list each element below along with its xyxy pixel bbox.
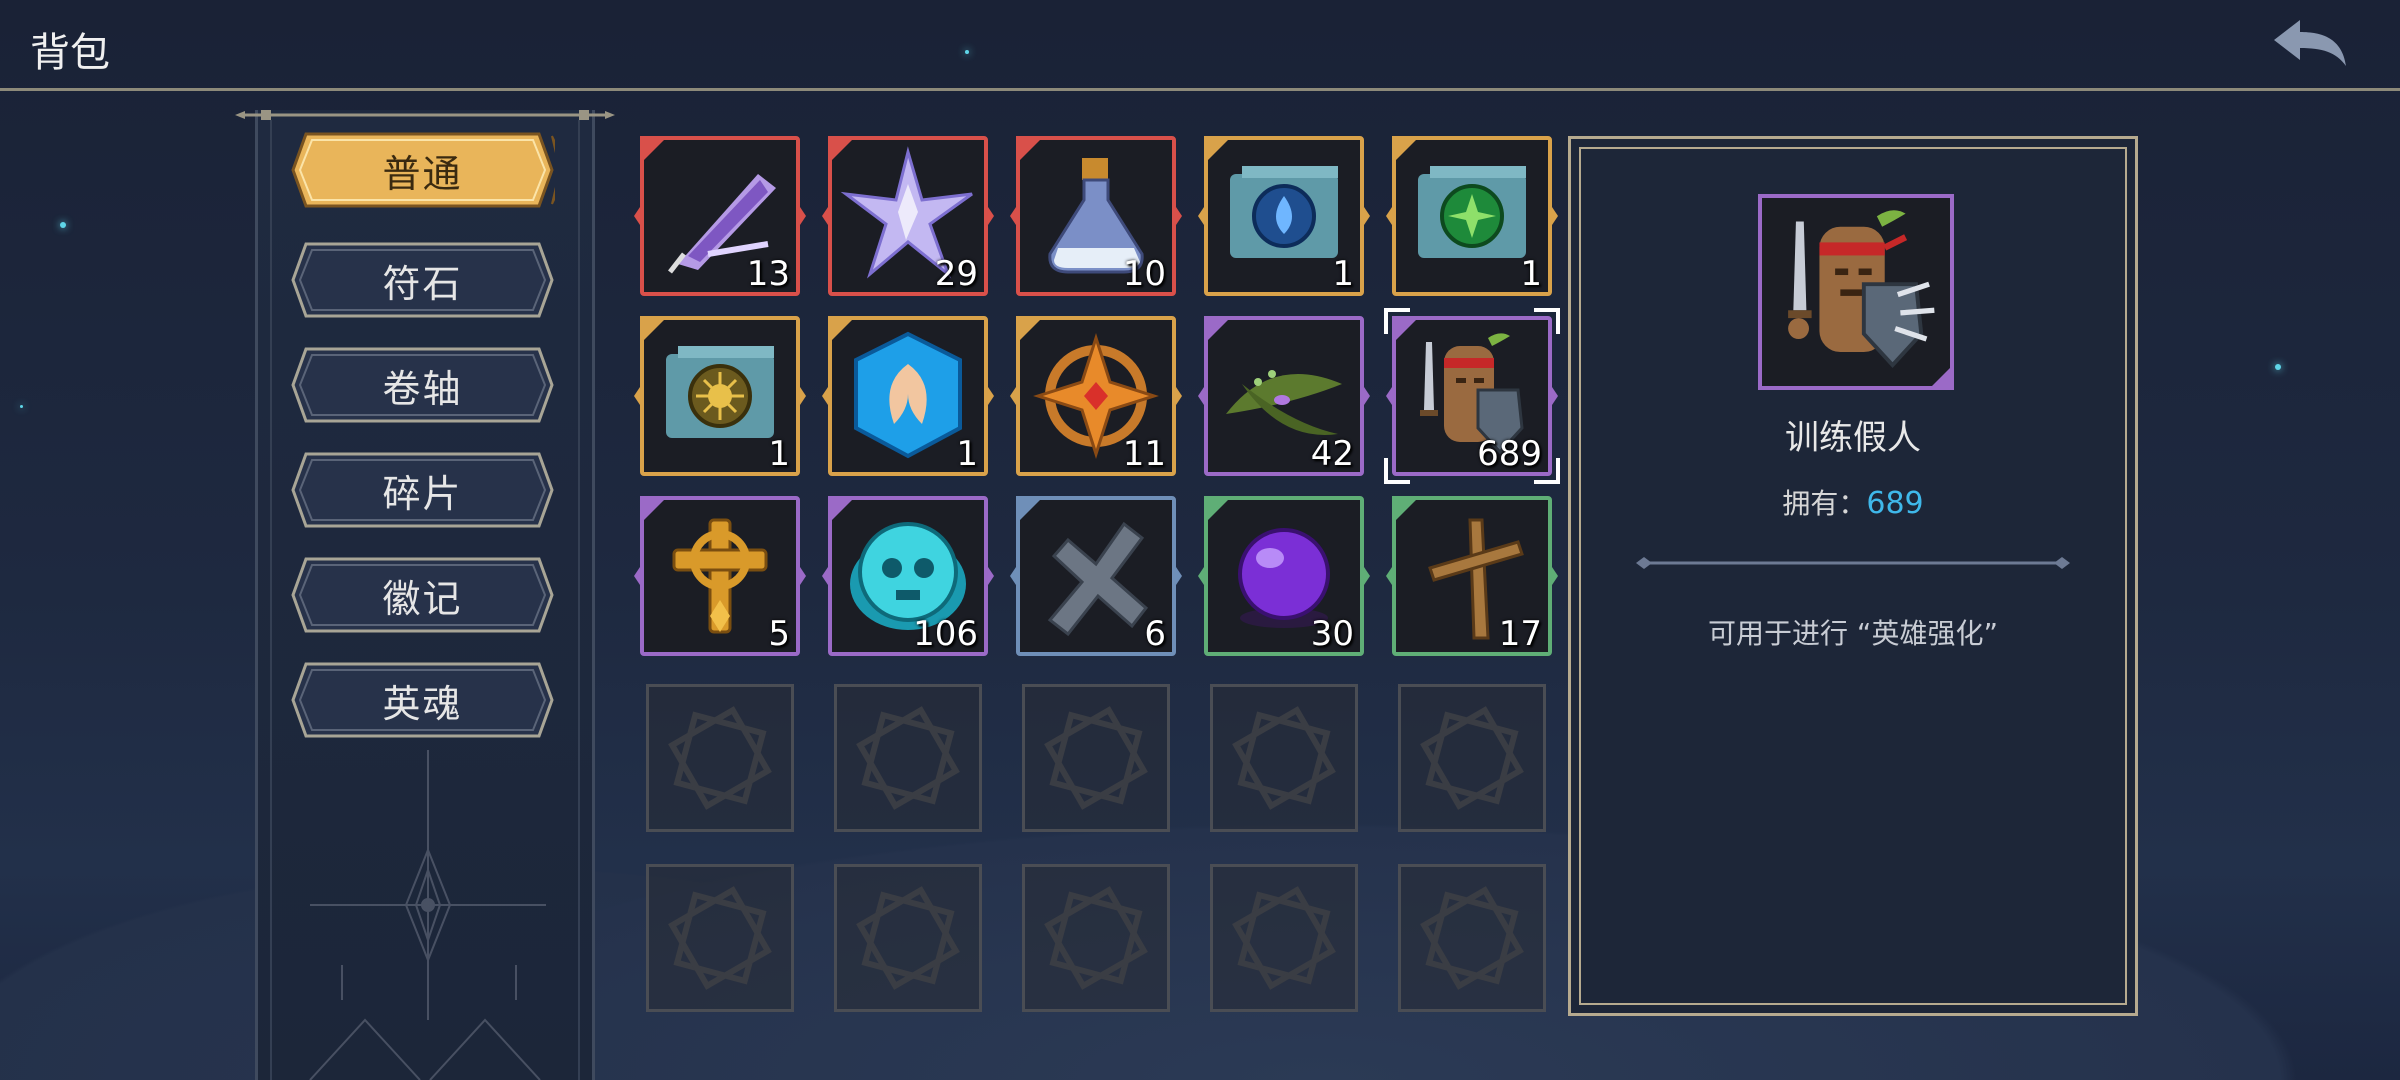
empty-slot[interactable] xyxy=(1398,684,1546,832)
empty-slot-emblem-icon xyxy=(668,706,772,810)
inventory-slot[interactable]: 29 xyxy=(822,136,994,296)
item-count: 17 xyxy=(1498,614,1542,654)
training-dummy-icon xyxy=(1788,210,1935,369)
empty-slot-emblem-icon xyxy=(1044,706,1148,810)
empty-slot-emblem-icon xyxy=(1044,886,1148,990)
tab-label: 符石 xyxy=(382,261,463,306)
inventory-slot[interactable]: 11 xyxy=(1010,316,1182,476)
detail-owned: 拥有：689 xyxy=(1568,482,2138,522)
item-count: 29 xyxy=(934,254,978,294)
panel-ornament xyxy=(309,750,546,1080)
selection-corner xyxy=(1384,308,1410,334)
item-count: 42 xyxy=(1310,434,1354,474)
inventory-slot[interactable]: 17 xyxy=(1386,496,1558,656)
back-button[interactable] xyxy=(2270,14,2350,74)
item-count: 13 xyxy=(746,254,790,294)
selection-corner xyxy=(1534,458,1560,484)
item-count: 11 xyxy=(1122,434,1166,474)
inventory-slot[interactable]: 1 xyxy=(634,316,806,476)
item-count: 5 xyxy=(768,614,790,654)
empty-slot[interactable] xyxy=(834,864,982,1012)
detail-divider xyxy=(1636,557,2070,569)
page-title: 背包 xyxy=(30,30,110,76)
item-count: 1 xyxy=(956,434,978,474)
detail-description: 可用于进行 “英雄强化” xyxy=(1708,617,1998,650)
empty-slot-emblem-icon xyxy=(1420,886,1524,990)
empty-slot[interactable] xyxy=(646,684,794,832)
item-count: 1 xyxy=(768,434,790,474)
item-count: 10 xyxy=(1122,254,1166,294)
back-arrow-icon xyxy=(2274,20,2346,66)
top-bar: 背包 xyxy=(0,0,2400,91)
empty-slot-emblem-icon xyxy=(856,886,960,990)
detail-item-name: 训练假人 xyxy=(1785,418,1921,458)
inventory-slot[interactable]: 10 xyxy=(1010,136,1182,296)
tab-label: 普通 xyxy=(382,151,463,196)
selection-corner xyxy=(1384,458,1410,484)
detail-portrait xyxy=(1758,194,1954,390)
tab-fragment[interactable]: 碎片 xyxy=(290,450,555,530)
item-count: 6 xyxy=(1144,614,1166,654)
panel-rail xyxy=(235,110,615,120)
item-count: 30 xyxy=(1310,614,1354,654)
empty-slot[interactable] xyxy=(1210,864,1358,1012)
empty-slot-emblem-icon xyxy=(1232,886,1336,990)
empty-slot[interactable] xyxy=(1210,684,1358,832)
tab-label: 徽记 xyxy=(382,576,463,621)
tab-hero-soul[interactable]: 英魂 xyxy=(290,660,555,740)
empty-slot[interactable] xyxy=(1022,684,1170,832)
tab-label: 碎片 xyxy=(382,471,463,516)
empty-slot-emblem-icon xyxy=(1420,706,1524,810)
inventory-slot[interactable]: 1 xyxy=(1386,136,1558,296)
tab-emblem[interactable]: 徽记 xyxy=(290,555,555,635)
empty-slot[interactable] xyxy=(646,864,794,1012)
inventory-slot[interactable]: 6 xyxy=(1010,496,1182,656)
empty-slot-emblem-icon xyxy=(856,706,960,810)
empty-slot-emblem-icon xyxy=(1232,706,1336,810)
inventory-slot[interactable]: 1 xyxy=(822,316,994,476)
tab-common[interactable]: 普通 xyxy=(290,130,555,210)
item-count: 1 xyxy=(1520,254,1542,294)
inventory-slot[interactable]: 42 xyxy=(1198,316,1370,476)
purple-corner-mark xyxy=(1928,364,1954,390)
inventory-slot[interactable]: 5 xyxy=(634,496,806,656)
owned-label: 拥有： xyxy=(1782,487,1867,520)
empty-slot-emblem-icon xyxy=(668,886,772,990)
tab-label: 卷轴 xyxy=(382,366,463,411)
tab-scroll[interactable]: 卷轴 xyxy=(290,345,555,425)
empty-slot[interactable] xyxy=(834,684,982,832)
tab-label: 英魂 xyxy=(382,681,463,726)
inventory-slot[interactable]: 30 xyxy=(1198,496,1370,656)
empty-slot[interactable] xyxy=(1022,864,1170,1012)
owned-value: 689 xyxy=(1866,486,1924,521)
inventory-slot[interactable]: 13 xyxy=(634,136,806,296)
item-count: 1 xyxy=(1332,254,1354,294)
empty-slot[interactable] xyxy=(1398,864,1546,1012)
item-count: 689 xyxy=(1477,434,1542,474)
top-divider xyxy=(0,88,2400,91)
item-count: 106 xyxy=(913,614,978,654)
inventory-slot[interactable]: 689 xyxy=(1384,308,1560,484)
tab-rune[interactable]: 符石 xyxy=(290,240,555,320)
inventory-slot[interactable]: 1 xyxy=(1198,136,1370,296)
selection-corner xyxy=(1534,308,1560,334)
inventory-slot[interactable]: 106 xyxy=(822,496,994,656)
